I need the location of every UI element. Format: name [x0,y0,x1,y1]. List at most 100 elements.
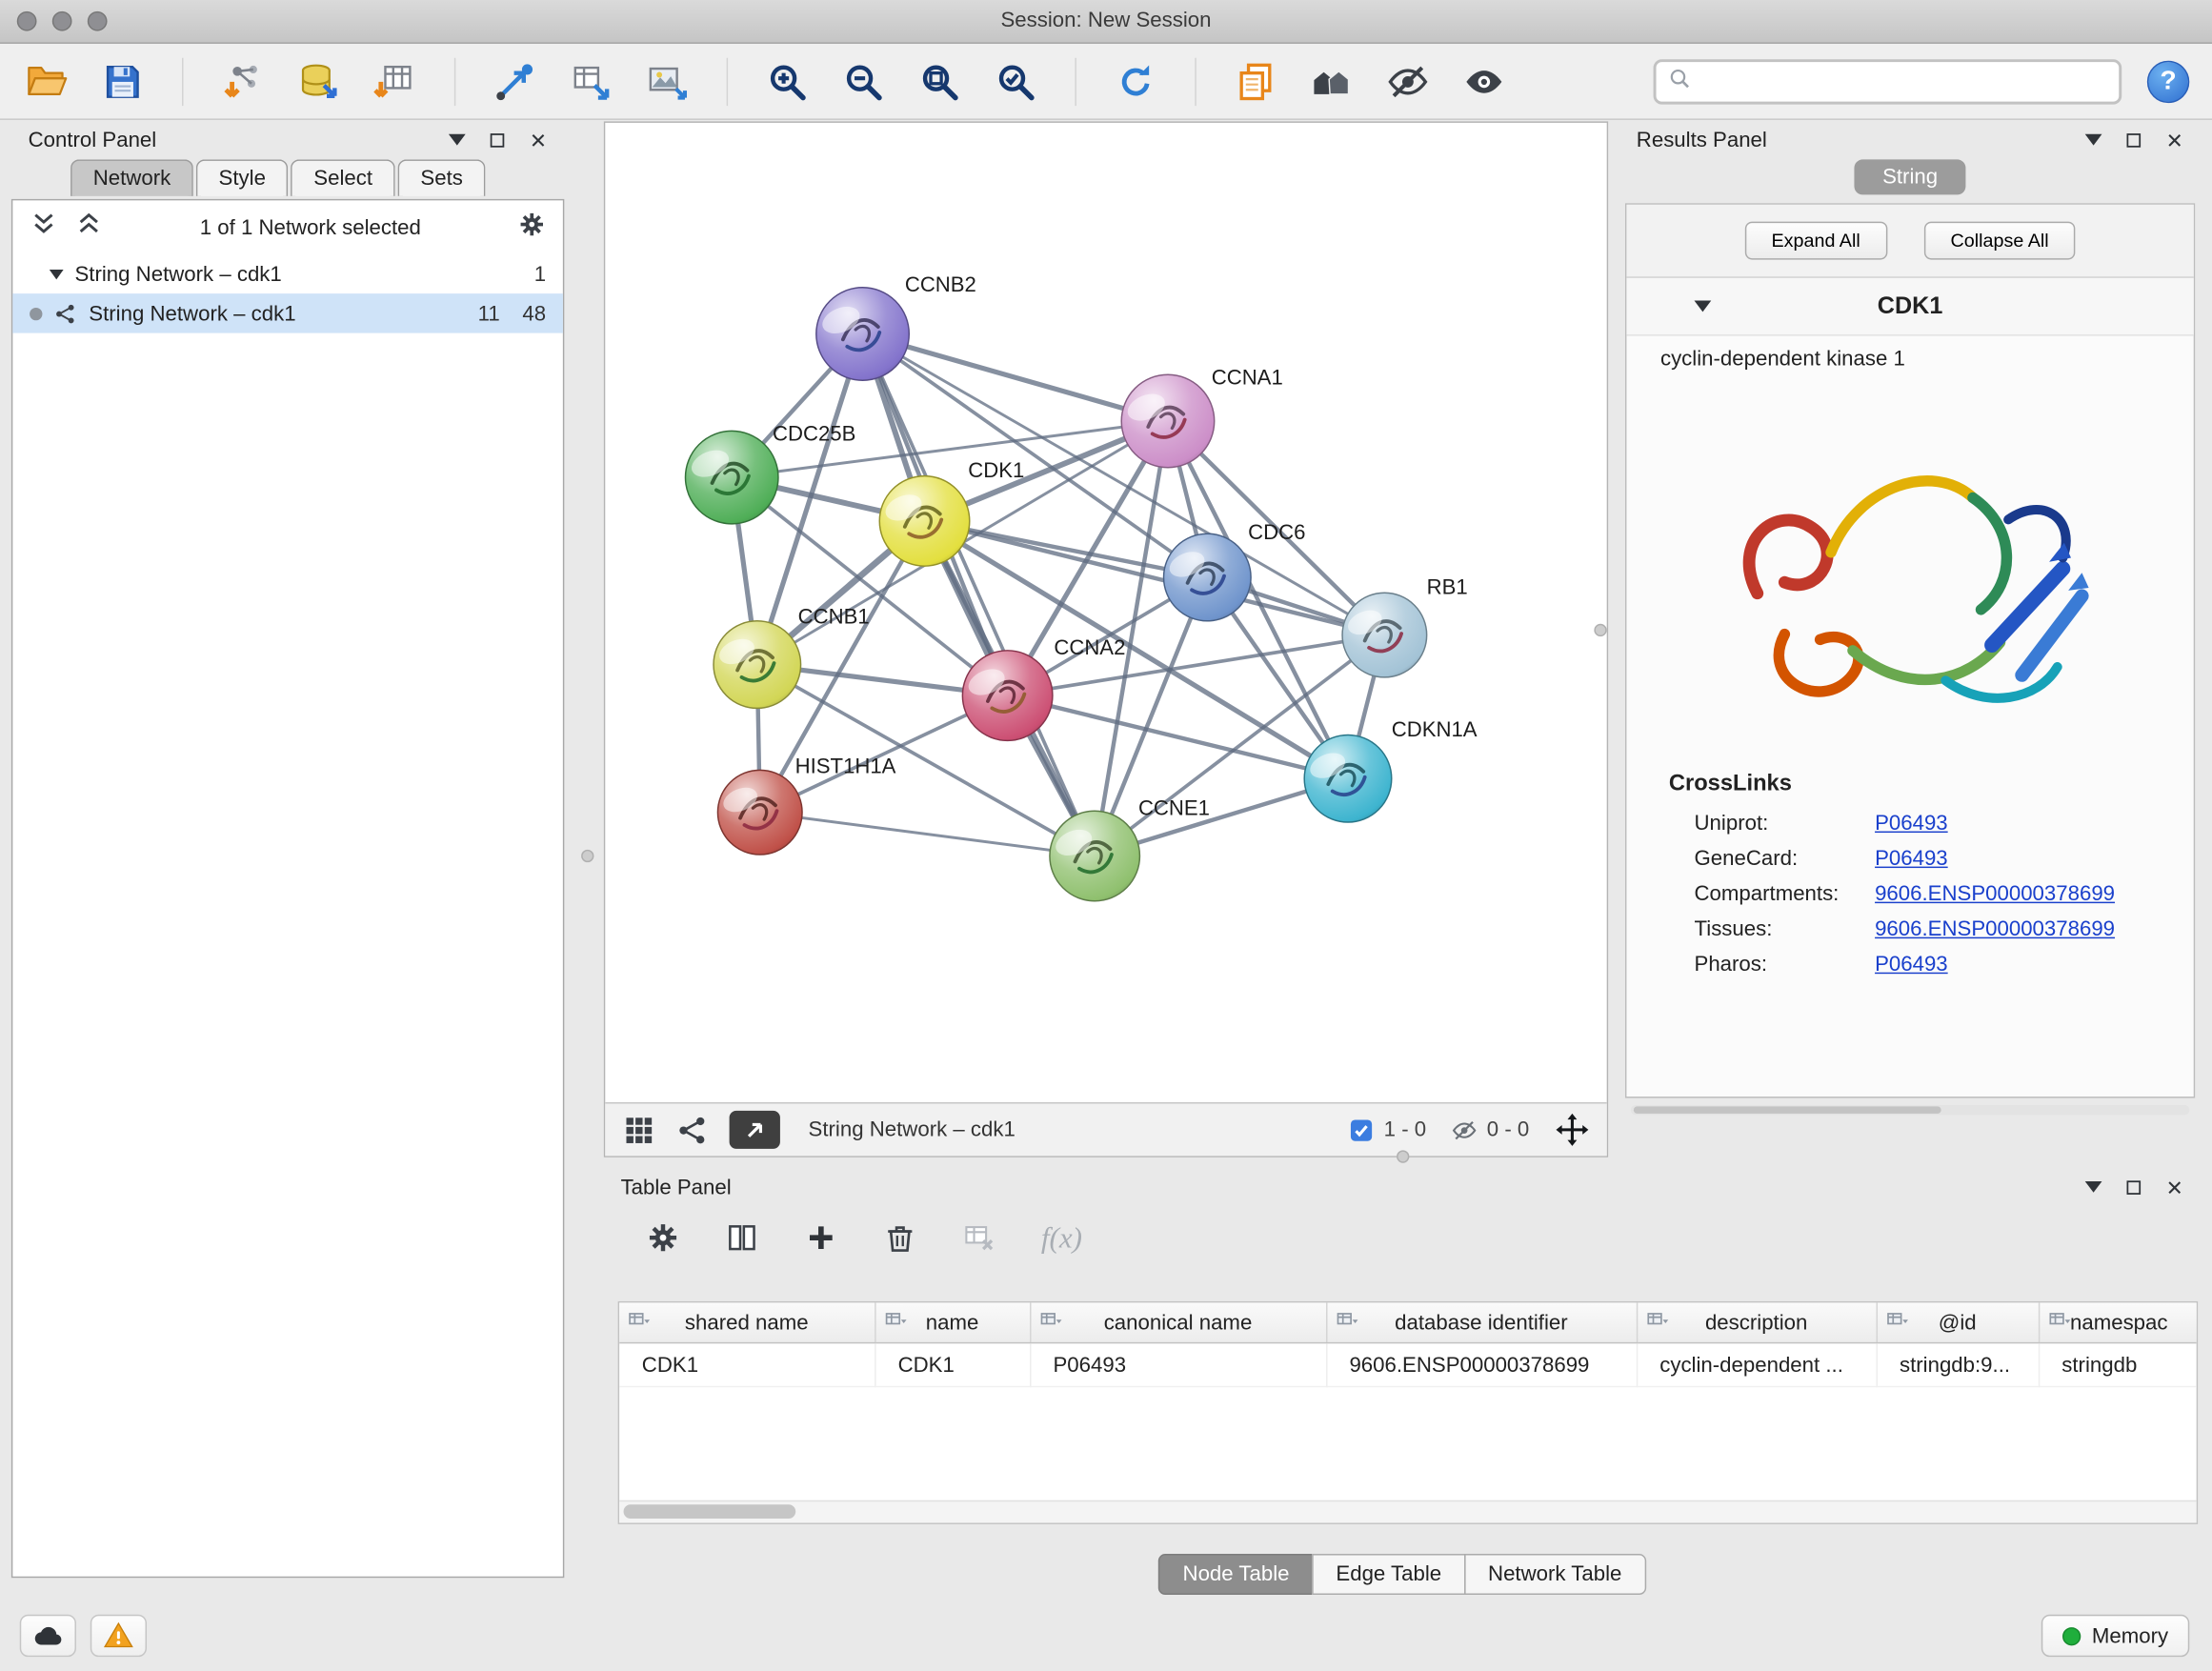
vertical-splitter-handle[interactable] [1594,624,1606,636]
collapse-all-icon[interactable] [30,211,58,245]
zoom-selected-icon[interactable] [992,57,1039,105]
network-view[interactable]: CCNB2 CCNA1 CDC25B CDK1 [604,121,1608,1157]
help-button[interactable]: ? [2147,60,2189,102]
table-row[interactable]: CDK1CDK1P064939606.ENSP00000378699cyclin… [619,1343,2198,1387]
window-titlebar: Session: New Session [0,0,2212,44]
network-node-CDK1[interactable]: CDK1 [879,458,1024,566]
panel-collapse-icon[interactable] [2085,134,2102,146]
results-panel: Results Panel String Expand All Collapse… [1619,121,2201,1157]
column-header-name[interactable]: name [875,1302,1030,1342]
crosslink-link[interactable]: P06493 [1875,812,1948,836]
crosslink-link[interactable]: P06493 [1875,953,1948,976]
selected-checkbox-icon[interactable] [1349,1117,1375,1143]
panel-collapse-icon[interactable] [2085,1181,2102,1193]
import-network-from-file-icon[interactable] [219,57,267,105]
column-header-canonical-name[interactable]: canonical name [1030,1302,1326,1342]
tab-select[interactable]: Select [292,159,395,196]
tab-string[interactable]: String [1854,159,1965,194]
gear-icon[interactable] [646,1220,680,1255]
zoom-out-icon[interactable] [839,57,887,105]
hidden-eye-icon[interactable] [1452,1117,1478,1143]
launch-view-button[interactable] [730,1111,780,1149]
scrollbar-thumb[interactable] [624,1504,796,1519]
node-label: CDC25B [773,422,855,446]
new-network-icon[interactable] [491,57,538,105]
network-from-table-icon[interactable] [567,57,614,105]
open-session-icon[interactable] [23,57,70,105]
delete-icon[interactable] [883,1220,917,1255]
horizontal-splitter-handle[interactable] [1397,1150,1409,1162]
column-header--id[interactable]: @id [1877,1302,2039,1342]
hide-selected-icon[interactable] [1384,57,1432,105]
add-row-icon[interactable] [804,1220,838,1255]
warning-icon[interactable] [90,1615,147,1657]
grid-view-icon[interactable] [622,1113,656,1147]
tab-network[interactable]: Network [70,159,193,196]
network-view-toolbar: String Network – cdk1 1 - 0 0 - 0 [605,1102,1606,1156]
export-image-icon[interactable] [643,57,691,105]
column-header-database-identifier[interactable]: database identifier [1326,1302,1637,1342]
search-box[interactable] [1654,58,2122,103]
tab-node-table[interactable]: Node Table [1158,1554,1313,1595]
tab-network-table[interactable]: Network Table [1464,1554,1646,1595]
new-column-icon[interactable] [725,1220,759,1255]
memory-button[interactable]: Memory [2041,1615,2190,1657]
expand-all-icon[interactable] [74,211,103,245]
column-header-namespac[interactable]: namespac [2039,1302,2198,1342]
network-node-CDKN1A[interactable]: CDKN1A [1304,717,1478,822]
network-collection-row[interactable]: String Network – cdk1 1 [12,254,563,293]
gene-collapse-icon[interactable] [1695,301,1712,312]
tab-sets[interactable]: Sets [398,159,486,196]
crosslink-link[interactable]: P06493 [1875,847,1948,871]
node-label: HIST1H1A [795,754,896,777]
zoom-fit-content-icon[interactable] [915,57,963,105]
panel-close-icon[interactable] [529,131,547,149]
network-canvas[interactable]: CCNB2 CCNA1 CDC25B CDK1 [605,123,1606,1102]
import-network-from-database-icon[interactable] [294,57,342,105]
apply-layout-icon[interactable] [1112,57,1159,105]
column-header-shared-name[interactable]: shared name [619,1302,875,1342]
panel-float-icon[interactable] [2124,131,2142,149]
crosslink-link[interactable]: 9606.ENSP00000378699 [1875,917,2115,941]
table-hscrollbar[interactable] [619,1500,2197,1523]
network-edge[interactable] [760,813,1095,856]
panel-float-icon[interactable] [488,131,506,149]
first-neighbors-icon[interactable] [1308,57,1356,105]
network-row[interactable]: String Network – cdk1 11 48 [12,293,563,332]
crosslink-link[interactable]: 9606.ENSP00000378699 [1875,882,2115,906]
search-input[interactable] [1701,69,2107,94]
show-all-icon[interactable] [1460,57,1508,105]
import-table-from-file-icon[interactable] [371,57,418,105]
duplicate-network-icon[interactable] [1232,57,1279,105]
gene-section-header[interactable]: CDK1 [1626,278,2193,336]
birdseye-network-icon[interactable] [675,1113,710,1147]
gear-icon[interactable] [517,211,546,245]
collection-expand-icon[interactable] [50,269,64,278]
panel-close-icon[interactable] [2165,131,2183,149]
tab-edge-table[interactable]: Edge Table [1312,1554,1465,1595]
collapse-all-button[interactable]: Collapse All [1923,222,2075,260]
column-header-description[interactable]: description [1637,1302,1877,1342]
pan-crosshair-icon[interactable] [1555,1112,1590,1147]
panel-float-icon[interactable] [2124,1178,2142,1196]
network-node-CCNB2[interactable]: CCNB2 [816,272,976,380]
panel-collapse-icon[interactable] [449,134,466,146]
tab-style[interactable]: Style [196,159,289,196]
network-node-RB1[interactable]: RB1 [1342,575,1468,677]
node-table[interactable]: shared name name canonical name database… [618,1301,2199,1524]
vertical-splitter-handle[interactable] [581,850,593,862]
results-scrollbar[interactable] [1631,1105,2189,1115]
expand-all-button[interactable]: Expand All [1744,222,1887,260]
panel-close-icon[interactable] [2165,1178,2183,1196]
save-session-icon[interactable] [99,57,147,105]
network-node-HIST1H1A[interactable]: HIST1H1A [717,754,895,855]
network-view-title: String Network – cdk1 [809,1117,1016,1141]
node-count: 11 [478,301,500,325]
network-node-CCNA1[interactable]: CCNA1 [1121,366,1283,468]
network-edge[interactable] [863,333,1168,421]
zoom-in-icon[interactable] [763,57,811,105]
network-edge[interactable] [863,333,1096,856]
crosslink-row: Uniprot: P06493 [1626,806,2193,841]
network-node-CDC6[interactable]: CDC6 [1164,520,1306,621]
cloud-icon[interactable] [20,1615,76,1657]
